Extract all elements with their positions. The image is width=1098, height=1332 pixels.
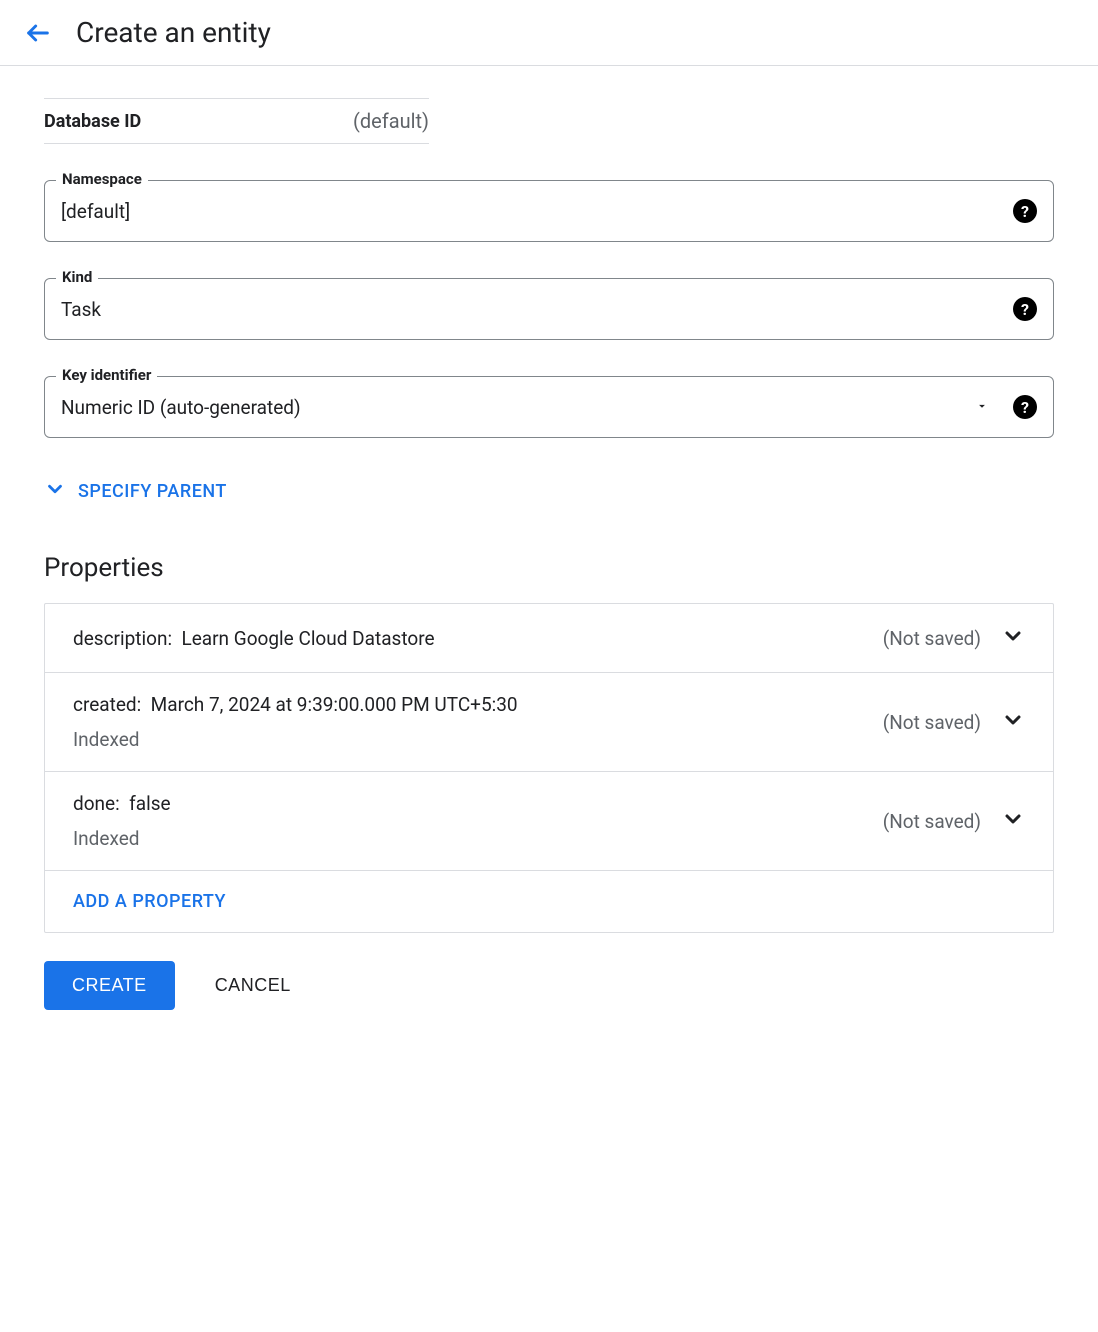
add-property-row: ADD A PROPERTY: [45, 871, 1053, 932]
page-title: Create an entity: [76, 16, 271, 49]
key-identifier-field-wrapper: Key identifier Numeric ID (auto-generate…: [44, 376, 1054, 438]
key-identifier-select[interactable]: Numeric ID (auto-generated) ?: [44, 376, 1054, 438]
kind-label: Kind: [56, 268, 98, 286]
kind-input[interactable]: Task ?: [44, 278, 1054, 340]
property-row[interactable]: done: false Indexed (Not saved): [45, 772, 1053, 871]
help-icon[interactable]: ?: [1013, 199, 1037, 223]
property-status: (Not saved): [883, 810, 981, 833]
page-header: Create an entity: [0, 0, 1098, 66]
chevron-down-icon: [1001, 624, 1025, 652]
namespace-field-wrapper: Namespace [default] ?: [44, 180, 1054, 242]
property-kv: done: false: [73, 792, 171, 815]
create-button[interactable]: CREATE: [44, 961, 175, 1010]
database-id-row: Database ID (default): [44, 98, 429, 144]
database-id-label: Database ID: [44, 111, 141, 132]
back-arrow-icon[interactable]: [24, 19, 52, 47]
chevron-down-icon: [1001, 807, 1025, 835]
property-indexed: Indexed: [73, 827, 171, 850]
kind-value: Task: [61, 298, 101, 321]
property-row[interactable]: description: Learn Google Cloud Datastor…: [45, 604, 1053, 673]
property-kv: created: March 7, 2024 at 9:39:00.000 PM…: [73, 693, 518, 716]
namespace-value: [default]: [61, 200, 130, 223]
help-icon[interactable]: ?: [1013, 297, 1037, 321]
properties-list: description: Learn Google Cloud Datastor…: [44, 603, 1054, 933]
key-identifier-label: Key identifier: [56, 366, 157, 384]
specify-parent-toggle[interactable]: SPECIFY PARENT: [44, 478, 1054, 505]
chevron-down-icon: [44, 478, 66, 505]
database-id-value: (default): [353, 109, 429, 133]
add-property-button[interactable]: ADD A PROPERTY: [73, 891, 226, 912]
kind-field-wrapper: Kind Task ?: [44, 278, 1054, 340]
namespace-label: Namespace: [56, 170, 148, 188]
property-kv: description: Learn Google Cloud Datastor…: [73, 627, 435, 650]
property-status: (Not saved): [883, 627, 981, 650]
dropdown-arrow-icon: [975, 398, 989, 417]
cancel-button[interactable]: CANCEL: [215, 975, 291, 996]
key-identifier-value: Numeric ID (auto-generated): [61, 396, 301, 419]
button-row: CREATE CANCEL: [44, 961, 1054, 1010]
property-status: (Not saved): [883, 711, 981, 734]
specify-parent-label: SPECIFY PARENT: [78, 481, 227, 502]
properties-title: Properties: [44, 553, 1054, 583]
property-row[interactable]: created: March 7, 2024 at 9:39:00.000 PM…: [45, 673, 1053, 772]
help-icon[interactable]: ?: [1013, 395, 1037, 419]
chevron-down-icon: [1001, 708, 1025, 736]
namespace-input[interactable]: [default] ?: [44, 180, 1054, 242]
content-area: Database ID (default) Namespace [default…: [0, 66, 1098, 1042]
property-indexed: Indexed: [73, 728, 518, 751]
